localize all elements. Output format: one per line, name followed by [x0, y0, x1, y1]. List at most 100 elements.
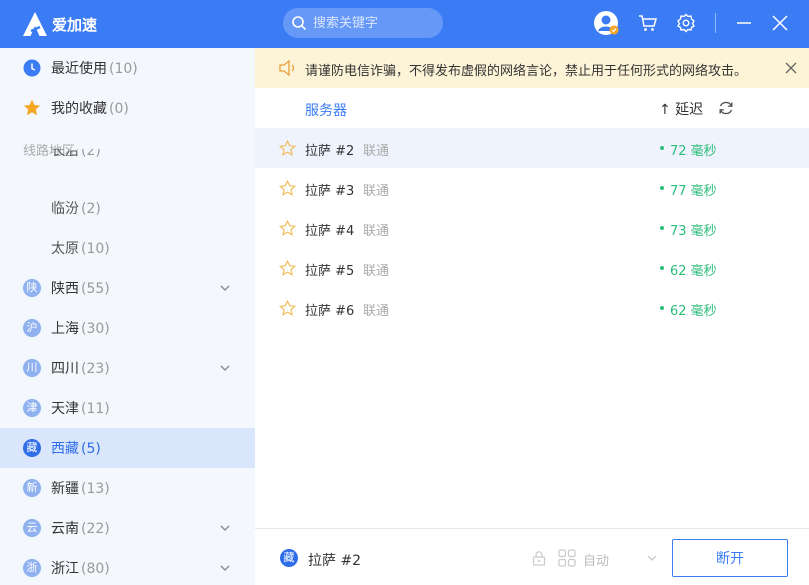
sidebar-item-xinjiang[interactable]: 新 新疆 (13): [0, 468, 255, 508]
sidebar-subitem-changzhi[interactable]: 长治 (2): [0, 149, 255, 187]
settings-button[interactable]: [673, 10, 699, 36]
sidebar-subitem-taiyuan[interactable]: 太原 (10): [0, 228, 255, 268]
speaker-icon: [279, 60, 295, 76]
sidebar-item-label: 四川 (23): [51, 361, 110, 377]
minimize-icon: [737, 22, 751, 24]
sort-latency-button[interactable]: ↑ 延迟: [659, 99, 703, 119]
sidebar-item-label: 浙江 (80): [51, 561, 110, 577]
server-isp: 联通: [363, 304, 390, 319]
star-outline-icon[interactable]: [279, 180, 296, 197]
sidebar-item-label: 最近使用 (10): [51, 61, 138, 77]
sidebar-item-zhejiang[interactable]: 浙 浙江 (80): [0, 548, 255, 585]
province-badge: 云: [23, 519, 41, 537]
province-badge: 藏: [280, 549, 298, 567]
search-input[interactable]: [313, 14, 433, 32]
lock-icon[interactable]: [531, 550, 547, 566]
server-row[interactable]: 拉萨 #5 联通 62 毫秒: [255, 248, 809, 288]
server-latency: 72 毫秒: [670, 144, 717, 159]
server-name: 拉萨 #2: [305, 144, 355, 159]
star-icon: [23, 99, 41, 116]
server-row[interactable]: 拉萨 #3 联通 77 毫秒: [255, 168, 809, 208]
sidebar-item-yunnan[interactable]: 云 云南 (22): [0, 508, 255, 548]
province-badge: 藏: [23, 439, 41, 457]
status-dot: [660, 146, 664, 150]
search-box[interactable]: [283, 8, 443, 38]
sidebar-subitem-label: 临汾 (2): [51, 201, 101, 217]
sidebar-item-label: 西藏 (5): [51, 441, 101, 457]
chevron-down-icon[interactable]: [220, 563, 230, 573]
sidebar-item-label: 上海 (30): [51, 321, 110, 337]
status-dot: [660, 306, 664, 310]
server-isp: 联通: [363, 184, 390, 199]
chevron-down-icon[interactable]: [220, 363, 230, 373]
server-name: 拉萨 #4: [305, 224, 355, 239]
status-dot: [660, 226, 664, 230]
province-badge: 沪: [23, 319, 41, 337]
sidebar-subitem-linfen[interactable]: 临汾 (2): [0, 188, 255, 228]
sidebar-subitem-label: 太原 (10): [51, 241, 110, 257]
sidebar-item-label: 陕西 (55): [51, 281, 110, 297]
sidebar-item-recent[interactable]: 最近使用 (10): [0, 48, 255, 88]
star-outline-icon[interactable]: [279, 140, 296, 157]
gear-icon: [677, 13, 695, 33]
server-name: 拉萨 #3: [305, 184, 355, 199]
server-isp: 联通: [363, 264, 390, 279]
server-latency: 62 毫秒: [670, 304, 717, 319]
notice-bar: 请谨防电信诈骗，不得发布虚假的网络言论，禁止用于任何形式的网络攻击。: [255, 48, 809, 88]
title-bar: 爱加速: [0, 0, 809, 48]
sidebar-item-sichuan[interactable]: 川 四川 (23): [0, 348, 255, 388]
mode-select[interactable]: 自动: [583, 550, 609, 569]
search-icon: [292, 16, 307, 31]
connection-footer: 藏 拉萨 #2 自动 断开: [255, 528, 809, 585]
sidebar-item-label: 天津 (11): [51, 401, 110, 417]
notice-text: 请谨防电信诈骗，不得发布虚假的网络言论，禁止用于任何形式的网络攻击。: [305, 64, 748, 79]
server-isp: 联通: [363, 224, 390, 239]
star-outline-icon[interactable]: [279, 300, 296, 317]
server-latency: 62 毫秒: [670, 264, 717, 279]
server-row[interactable]: 拉萨 #2 联通 72 毫秒: [255, 128, 809, 168]
sidebar-item-shanghai[interactable]: 沪 上海 (30): [0, 308, 255, 348]
close-icon: [772, 15, 788, 31]
app-title: 爱加速: [52, 16, 98, 34]
column-header-server[interactable]: 服务器: [305, 100, 347, 120]
chevron-down-icon[interactable]: [220, 283, 230, 293]
sidebar-subitem-label: 长治 (2): [51, 149, 101, 159]
server-list-header: 服务器 ↑ 延迟: [255, 88, 809, 128]
sidebar-item-favorites[interactable]: 我的收藏 (0): [0, 88, 255, 128]
star-outline-icon[interactable]: [279, 260, 296, 277]
app-logo-icon: [23, 12, 47, 36]
minimize-button[interactable]: [731, 10, 757, 36]
server-latency: 77 毫秒: [670, 184, 717, 199]
status-dot: [660, 186, 664, 190]
province-badge: 新: [23, 479, 41, 497]
server-latency: 73 毫秒: [670, 224, 717, 239]
server-name: 拉萨 #5: [305, 264, 355, 279]
clock-icon: [23, 59, 41, 77]
avatar-icon: [594, 11, 619, 35]
sidebar-item-tibet[interactable]: 藏 西藏 (5): [0, 428, 255, 468]
cart-button[interactable]: [635, 10, 661, 36]
chevron-down-icon[interactable]: [220, 523, 230, 533]
avatar-button[interactable]: [593, 10, 619, 36]
server-row[interactable]: 拉萨 #6 联通 62 毫秒: [255, 288, 809, 328]
cart-icon: [639, 15, 657, 31]
server-row[interactable]: 拉萨 #4 联通 73 毫秒: [255, 208, 809, 248]
server-name: 拉萨 #6: [305, 304, 355, 319]
sidebar-item-label: 云南 (22): [51, 521, 110, 537]
province-badge: 陕: [23, 279, 41, 297]
province-badge: 川: [23, 359, 41, 377]
sidebar: 最近使用 (10) 我的收藏 (0) 线路地区 长治 (2) 临汾 (2) 太原 (10)…: [0, 48, 255, 585]
close-icon[interactable]: [783, 60, 799, 76]
server-isp: 联通: [363, 144, 390, 159]
province-badge: 津: [23, 399, 41, 417]
chevron-down-icon[interactable]: [647, 553, 657, 563]
current-server-name: 拉萨 #2: [308, 553, 362, 569]
star-outline-icon[interactable]: [279, 220, 296, 237]
disconnect-button[interactable]: 断开: [672, 539, 788, 577]
sidebar-item-shaanxi[interactable]: 陕 陕西 (55): [0, 268, 255, 308]
titlebar-divider: [715, 13, 716, 33]
close-button[interactable]: [767, 10, 793, 36]
status-dot: [660, 266, 664, 270]
refresh-icon[interactable]: [718, 100, 734, 116]
sidebar-item-tianjin[interactable]: 津 天津 (11): [0, 388, 255, 428]
